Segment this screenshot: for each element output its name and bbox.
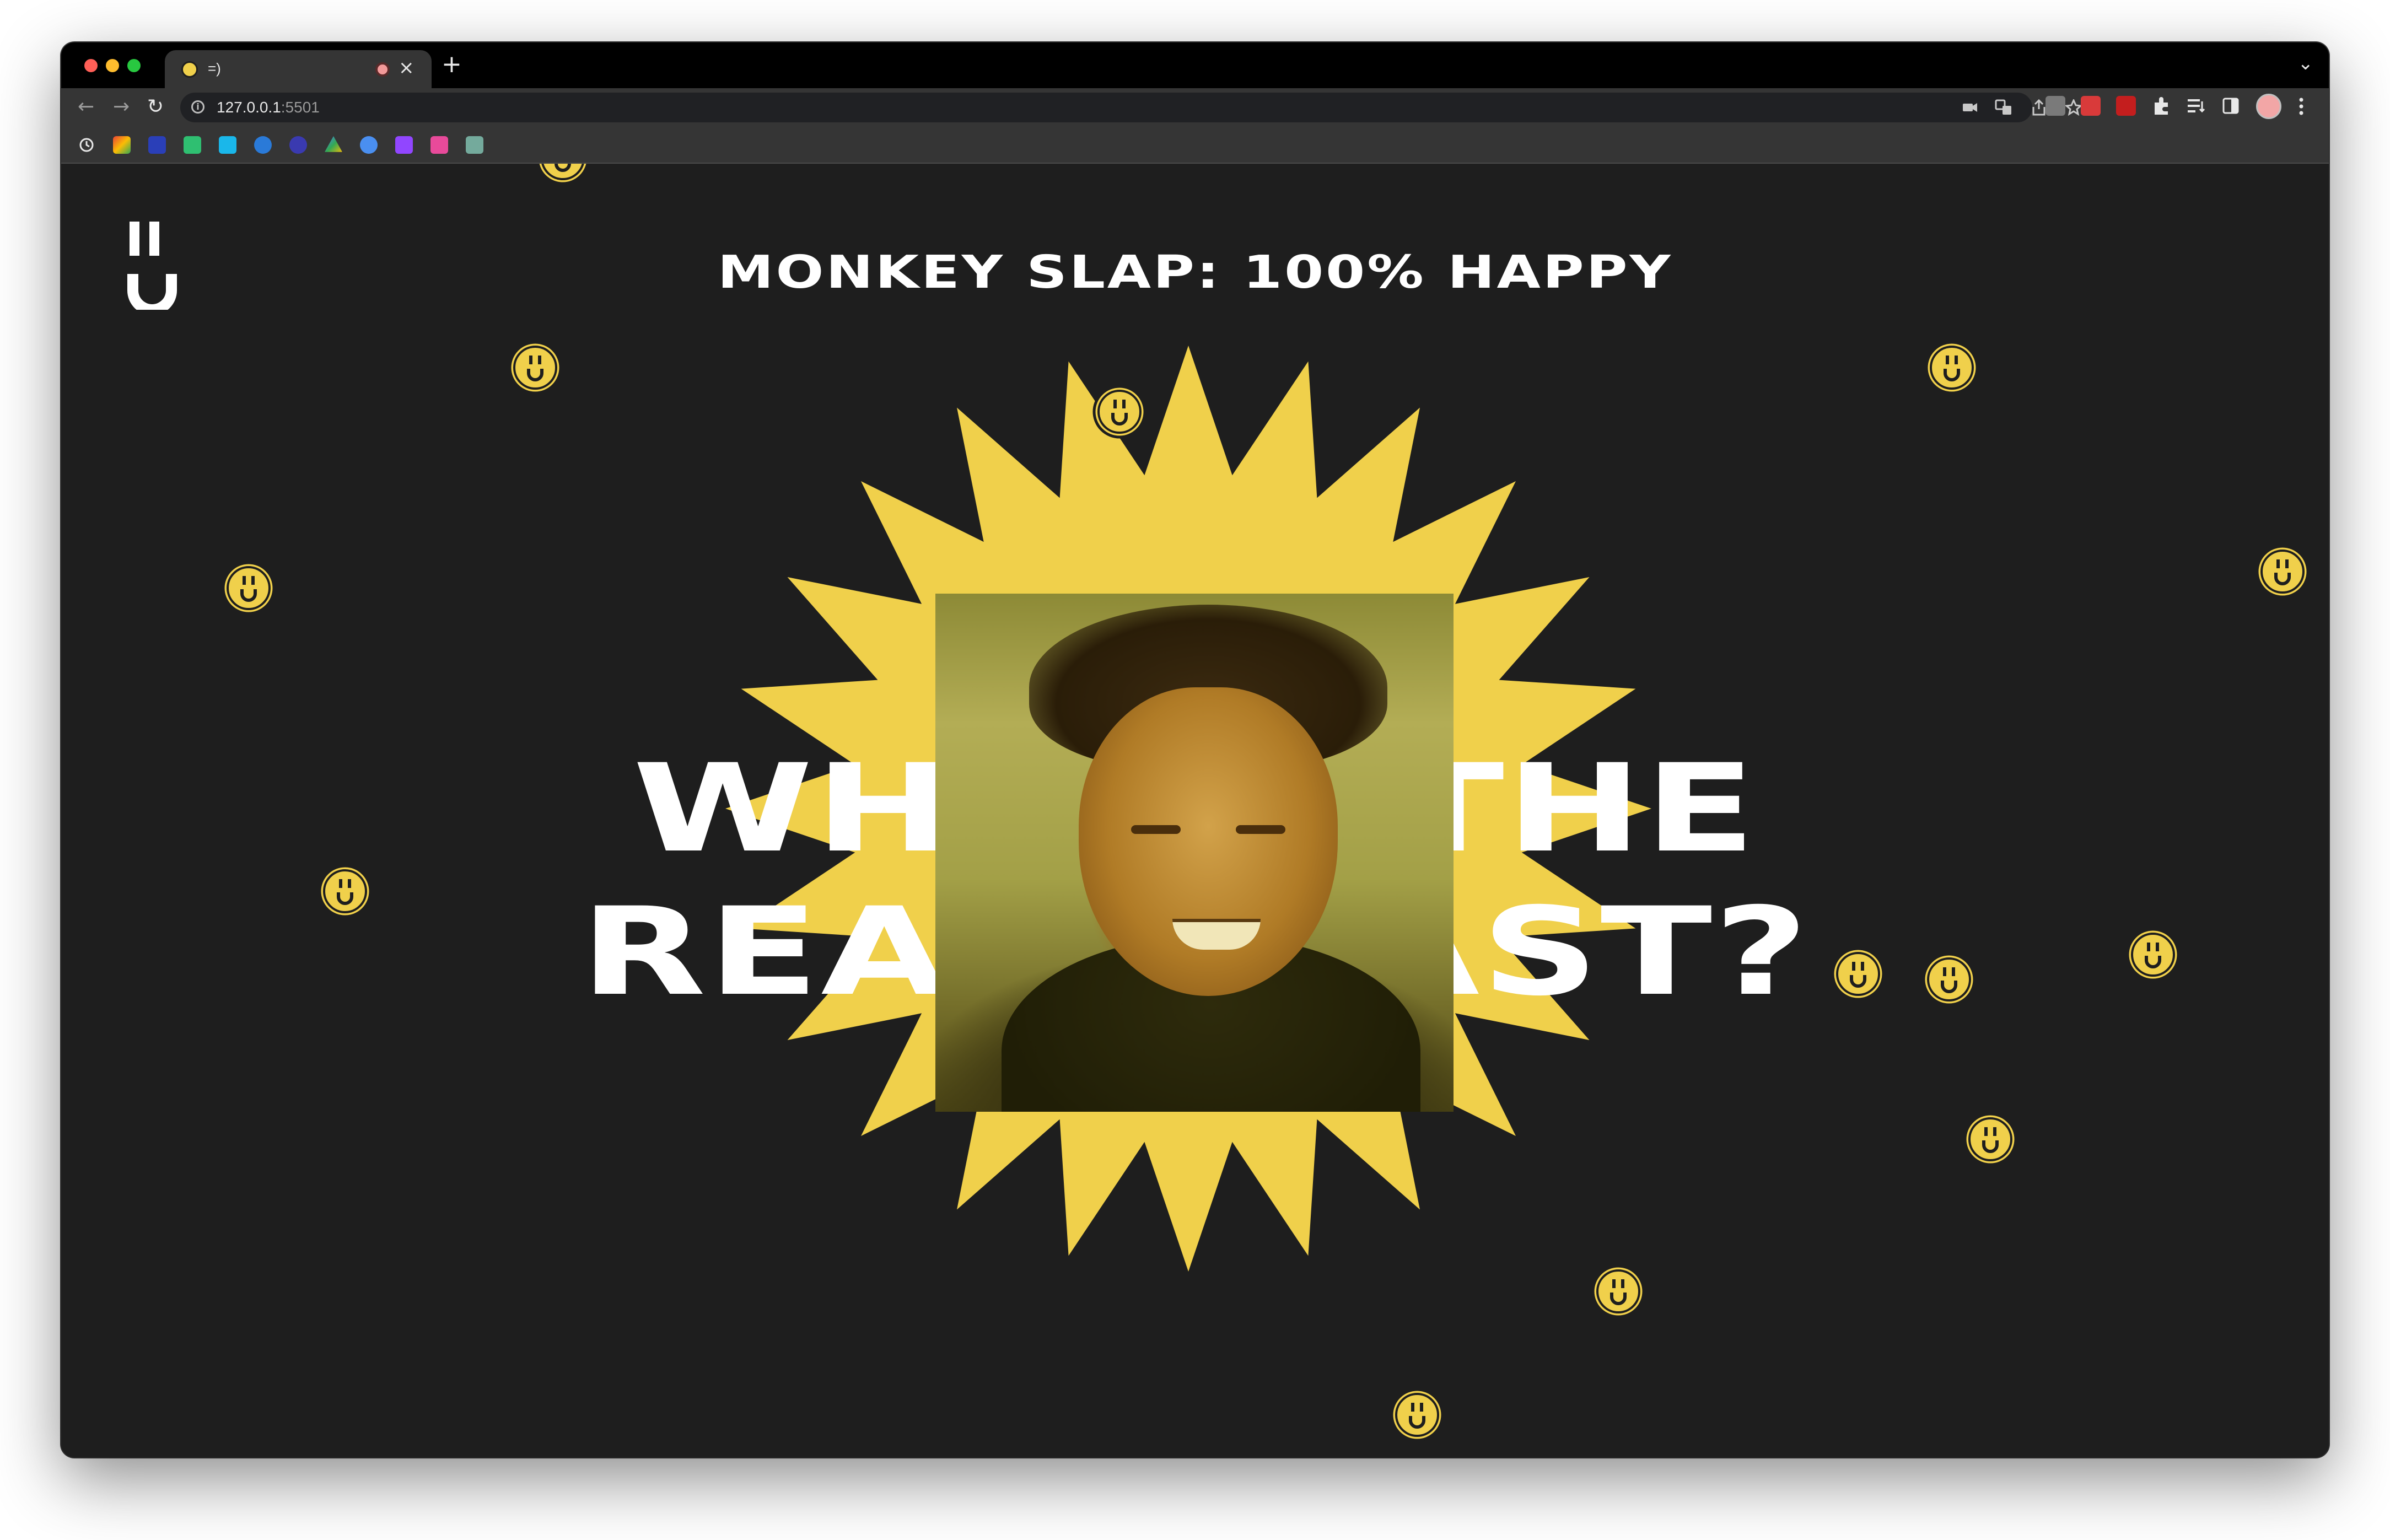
photo-eye-right (1236, 825, 1285, 834)
photo-eye-left (1131, 825, 1181, 834)
play-bookmark-icon[interactable] (254, 136, 272, 154)
close-window-button[interactable] (84, 59, 98, 72)
smiley-icon (1092, 385, 1146, 439)
forward-button[interactable]: → (113, 95, 130, 119)
meet-bookmark-icon[interactable] (360, 136, 378, 154)
share-icon[interactable] (2031, 99, 2047, 116)
p-bookmark-icon[interactable] (148, 136, 166, 154)
profile-avatar[interactable] (2256, 94, 2281, 119)
smiley-icon (1922, 952, 1976, 1006)
smiley-icon (222, 561, 276, 615)
reload-button[interactable]: ↻ (147, 95, 164, 119)
page-content: MONKEY SLAP: 100% HAPPY WHO IS THE REAL … (61, 164, 2329, 1457)
tab-bar: =) × + ⌄ (61, 42, 2329, 88)
url-host: 127.0.0.1 (217, 99, 281, 116)
translate-icon[interactable] (1995, 99, 2012, 116)
twitch-bookmark-icon[interactable] (395, 136, 413, 154)
bookmark-star-icon[interactable] (2065, 99, 2082, 116)
history-icon[interactable] (78, 136, 95, 154)
extension-generic-icon[interactable] (2046, 96, 2065, 116)
browser-window: =) × + ⌄ ← → ↻ i 127.0.0.1:5501 MONKEY S… (61, 42, 2329, 1457)
minimize-window-button[interactable] (106, 59, 119, 72)
side-panel-icon[interactable] (2222, 97, 2240, 115)
webcam-photo (935, 594, 1454, 1112)
pink-bookmark-icon[interactable] (430, 136, 448, 154)
smiley-icon (2256, 545, 2310, 599)
photo-face (1079, 687, 1338, 996)
camera-icon[interactable] (1962, 100, 1978, 115)
browser-toolbar: ← → ↻ i 127.0.0.1:5501 (61, 88, 2329, 127)
smiley-icon (318, 864, 372, 918)
vimeo-bookmark-icon[interactable] (219, 136, 236, 154)
extension-pdf-icon[interactable] (2116, 96, 2136, 116)
smiley-icon (1390, 1388, 1444, 1442)
v-check-bookmark-icon[interactable] (184, 136, 201, 154)
site-info-icon[interactable]: i (191, 100, 204, 114)
smiley-icon (1963, 1112, 2017, 1166)
blue-bookmark-icon[interactable] (289, 136, 307, 154)
back-button[interactable]: ← (78, 95, 94, 119)
smiley-icon (508, 341, 562, 395)
new-tab-button[interactable]: + (442, 50, 462, 78)
url-text: 127.0.0.1:5501 (217, 99, 320, 116)
smiley-icon (536, 164, 589, 185)
address-bar[interactable]: i 127.0.0.1:5501 (180, 93, 2082, 122)
smiley-icon (1831, 947, 1885, 1001)
close-tab-button[interactable]: × (399, 57, 415, 79)
gmail-bookmark-icon[interactable] (113, 136, 131, 154)
smiley-icon (1925, 341, 1979, 395)
url-port: :5501 (281, 99, 320, 116)
tab-search-button[interactable]: ⌄ (2298, 52, 2314, 74)
page-heading: MONKEY SLAP: 100% HAPPY (717, 246, 1673, 299)
smiley-favicon-icon (181, 61, 198, 78)
browser-tab[interactable]: =) × (165, 50, 432, 88)
smiley-icon (2126, 928, 2180, 982)
reading-list-icon[interactable] (2187, 97, 2206, 115)
extension-youtube-icon[interactable] (2081, 96, 2101, 116)
smiley-icon (1591, 1264, 1645, 1318)
recording-indicator-icon (375, 62, 390, 77)
tab-title: =) (208, 60, 221, 77)
menu-dots-icon[interactable] (2298, 97, 2305, 116)
drive-bookmark-icon[interactable] (325, 136, 342, 152)
bookmarks-bar (61, 127, 2329, 164)
maximize-window-button[interactable] (127, 59, 141, 72)
chatgpt-bookmark-icon[interactable] (466, 136, 483, 154)
extensions-puzzle-icon[interactable] (2151, 96, 2171, 116)
